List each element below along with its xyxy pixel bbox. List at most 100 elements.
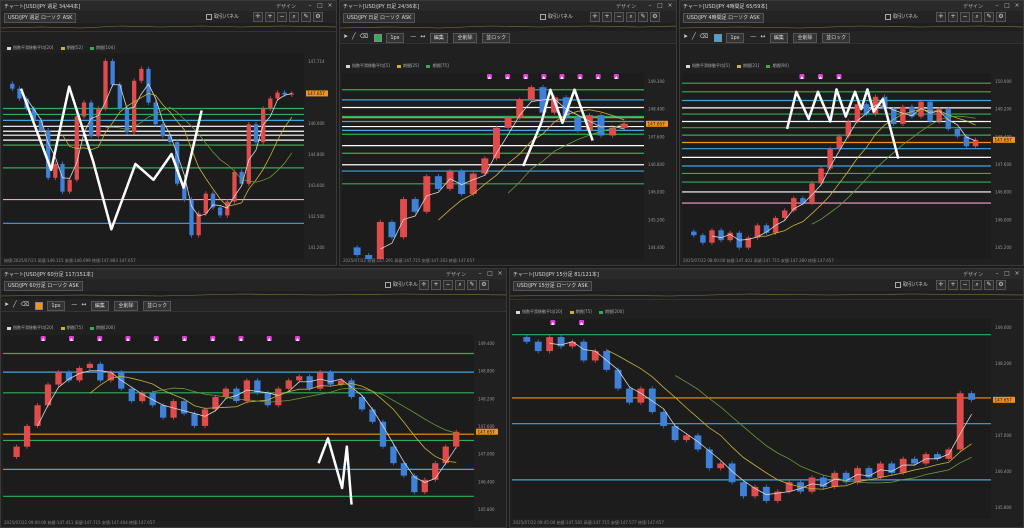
eraser-icon[interactable]: ⌫	[700, 33, 708, 41]
search-icon[interactable]: ⌕	[626, 12, 636, 22]
checkbox-icon[interactable]	[540, 13, 546, 20]
edit-button[interactable]: 編集	[90, 301, 109, 311]
price-chart[interactable]: 147.714146.900146.000144.800143.600142.5…	[1, 53, 336, 259]
pen-icon[interactable]: ✎	[638, 12, 648, 22]
price-chart[interactable]: ▲ ▲ ▲ ▲ ▲ ▲ ▲ ▲ ▲ ▲ 149.400 148.800 148.200 147.600 14…	[1, 335, 506, 521]
arrow-style-icon[interactable]: ↔	[420, 33, 425, 41]
pen-icon[interactable]: ✎	[467, 280, 477, 290]
delete-all-button[interactable]: 全削除	[793, 33, 817, 43]
maximize-icon[interactable]: □	[486, 270, 494, 277]
price-chart[interactable]: ▲ ▲ ▲ ▲ ▲ ▲ ▲ ▲ 149.300 148.400 147.600 146.800 146.…	[340, 73, 676, 259]
checkbox-icon[interactable]	[206, 13, 212, 20]
zoom-out-icon[interactable]: −	[277, 12, 287, 22]
eraser-icon[interactable]: ⌫	[360, 33, 368, 41]
symbol-select[interactable]: USD/JPY 60分足 ローソク ASK	[4, 281, 83, 291]
color-swatch[interactable]	[34, 302, 43, 310]
zoom-out-icon[interactable]: −	[443, 280, 453, 290]
trade-panel-toggle[interactable]: 取引パネル	[895, 281, 928, 288]
crosshair-icon[interactable]: ✛	[936, 12, 946, 22]
minimize-icon[interactable]: –	[306, 2, 314, 9]
settings-icon[interactable]: ⚙	[996, 280, 1006, 290]
pen-icon[interactable]: ✎	[301, 12, 311, 22]
arrow-style-icon[interactable]: ↔	[81, 301, 86, 309]
design-label[interactable]: デザイン	[963, 271, 983, 278]
close-icon[interactable]: ×	[1013, 2, 1021, 9]
symbol-select[interactable]: USD/JPY 4時間足 ローソク ASK	[683, 13, 764, 23]
settings-icon[interactable]: ⚙	[479, 280, 489, 290]
trendline-icon[interactable]: ╱	[13, 301, 17, 309]
zoom-in-icon[interactable]: +	[948, 12, 958, 22]
line-style-icon[interactable]: —	[71, 301, 77, 309]
checkbox-icon[interactable]	[895, 281, 901, 288]
edit-button[interactable]: 編集	[769, 33, 788, 43]
search-icon[interactable]: ⌕	[289, 12, 299, 22]
crosshair-icon[interactable]: ✛	[936, 280, 946, 290]
price-chart[interactable]: ▲▲149.000148.200147.600147.000146.400145…	[510, 319, 1023, 519]
symbol-select[interactable]: USD/JPY 15分足 ローソク ASK	[513, 281, 592, 291]
trade-panel-toggle[interactable]: 取引パネル	[885, 13, 918, 20]
line-style-icon[interactable]: —	[410, 33, 416, 41]
line-width-select[interactable]: 1px	[386, 33, 404, 43]
pen-icon[interactable]: ✎	[984, 280, 994, 290]
minimize-icon[interactable]: –	[646, 2, 654, 9]
crosshair-icon[interactable]: ✛	[419, 280, 429, 290]
maximize-icon[interactable]: □	[1003, 2, 1011, 9]
lock-button[interactable]: 並ロック	[482, 33, 511, 43]
delete-all-button[interactable]: 全削除	[453, 33, 477, 43]
design-label[interactable]: デザイン	[446, 271, 466, 278]
symbol-select[interactable]: USD/JPY 週足 ローソク ASK	[4, 13, 77, 23]
trade-panel-toggle[interactable]: 取引パネル	[206, 13, 239, 20]
maximize-icon[interactable]: □	[1003, 270, 1011, 277]
delete-all-button[interactable]: 全削除	[114, 301, 138, 311]
lock-button[interactable]: 並ロック	[143, 301, 172, 311]
trade-panel-toggle[interactable]: 取引パネル	[385, 281, 418, 288]
trendline-icon[interactable]: ╱	[692, 33, 696, 41]
crosshair-icon[interactable]: ✛	[253, 12, 263, 22]
edit-button[interactable]: 編集	[429, 33, 448, 43]
maximize-icon[interactable]: □	[656, 2, 664, 9]
trade-panel-toggle[interactable]: 取引パネル	[540, 13, 573, 20]
zoom-out-icon[interactable]: −	[960, 12, 970, 22]
arrow-style-icon[interactable]: ↔	[760, 33, 765, 41]
crosshair-icon[interactable]: ✛	[590, 12, 600, 22]
zoom-in-icon[interactable]: +	[431, 280, 441, 290]
search-icon[interactable]: ⌕	[972, 280, 982, 290]
color-swatch[interactable]	[713, 34, 722, 42]
eraser-icon[interactable]: ⌫	[21, 301, 29, 309]
zoom-in-icon[interactable]: +	[602, 12, 612, 22]
minimize-icon[interactable]: –	[476, 270, 484, 277]
checkbox-icon[interactable]	[885, 13, 891, 20]
design-label[interactable]: デザイン	[963, 3, 983, 10]
line-width-select[interactable]: 1px	[47, 301, 65, 311]
price-chart[interactable]: ▲▲▲150.000149.200148.400147.600146.80014…	[680, 73, 1023, 259]
maximize-icon[interactable]: □	[316, 2, 324, 9]
cursor-icon[interactable]: ➤	[343, 33, 348, 41]
pen-icon[interactable]: ✎	[984, 12, 994, 22]
search-icon[interactable]: ⌕	[972, 12, 982, 22]
settings-icon[interactable]: ⚙	[996, 12, 1006, 22]
close-icon[interactable]: ×	[326, 2, 334, 9]
zoom-out-icon[interactable]: −	[960, 280, 970, 290]
zoom-out-icon[interactable]: −	[614, 12, 624, 22]
trendline-icon[interactable]: ╱	[352, 33, 356, 41]
overview-navigator[interactable]	[1, 23, 336, 32]
zoom-in-icon[interactable]: +	[948, 280, 958, 290]
minimize-icon[interactable]: –	[993, 270, 1001, 277]
search-icon[interactable]: ⌕	[455, 280, 465, 290]
line-style-icon[interactable]: —	[750, 33, 756, 41]
close-icon[interactable]: ×	[1013, 270, 1021, 277]
settings-icon[interactable]: ⚙	[650, 12, 660, 22]
settings-icon[interactable]: ⚙	[313, 12, 323, 22]
cursor-icon[interactable]: ➤	[683, 33, 688, 41]
checkbox-icon[interactable]	[385, 281, 391, 288]
color-swatch[interactable]	[373, 34, 382, 42]
close-icon[interactable]: ×	[666, 2, 674, 9]
line-width-select[interactable]: 1px	[726, 33, 744, 43]
design-label[interactable]: デザイン	[276, 3, 296, 10]
cursor-icon[interactable]: ➤	[4, 301, 9, 309]
lock-button[interactable]: 並ロック	[822, 33, 851, 43]
zoom-in-icon[interactable]: +	[265, 12, 275, 22]
overview-navigator[interactable]	[510, 291, 1023, 300]
close-icon[interactable]: ×	[496, 270, 504, 277]
minimize-icon[interactable]: –	[993, 2, 1001, 9]
